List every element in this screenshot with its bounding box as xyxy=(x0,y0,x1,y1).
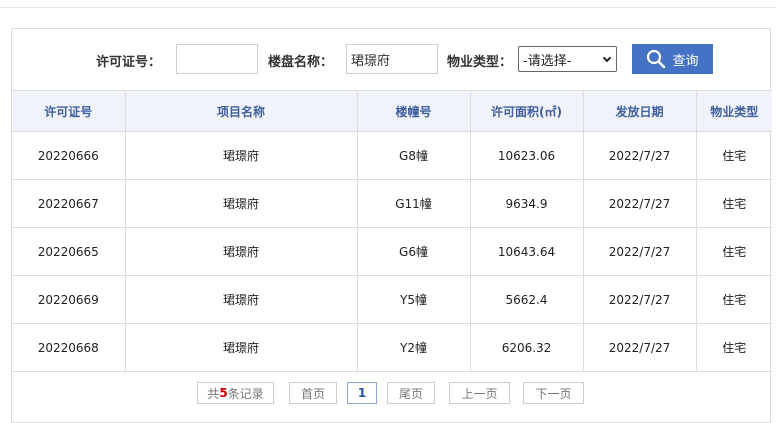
cell-issue-date: 2022/7/27 xyxy=(582,275,697,324)
cell-property-type: 住宅 xyxy=(695,275,772,324)
cell-issue-date: 2022/7/27 xyxy=(582,227,697,276)
cell-building-number: G6幢 xyxy=(356,227,471,276)
property-type-selected: -请选择- xyxy=(523,53,572,69)
search-form: 许可证号： 楼盘名称： 物业类型： -请选择- 查询 xyxy=(12,29,770,90)
total-prefix: 共 xyxy=(207,386,220,401)
cell-issue-date: 2022/7/27 xyxy=(582,131,697,180)
search-results-panel: 许可证号： 楼盘名称： 物业类型： -请选择- 查询 许可证号 xyxy=(11,28,772,423)
cell-property-type: 住宅 xyxy=(695,131,772,180)
cell-permit-area: 9634.9 xyxy=(469,179,584,228)
cell-property-type: 住宅 xyxy=(695,179,772,228)
cell-project-name: 珺璟府 xyxy=(124,323,358,372)
cell-permit-area: 10643.64 xyxy=(469,227,584,276)
total-records: 共 5 条记录 xyxy=(197,382,274,404)
table-row[interactable]: 20220669 珺璟府 Y5幢 5662.4 2022/7/27 住宅 xyxy=(12,275,772,324)
permit-number-label: 许可证号： xyxy=(96,55,162,70)
query-button[interactable]: 查询 xyxy=(632,44,713,74)
chevron-down-icon xyxy=(602,53,612,63)
header-property-type: 物业类型 xyxy=(695,90,772,132)
table-row[interactable]: 20220668 珺璟府 Y2幢 6206.32 2022/7/27 住宅 xyxy=(12,323,772,372)
table-header-row: 许可证号 项目名称 楼幢号 许可面积(㎡) 发放日期 物业类型 xyxy=(12,90,772,132)
permit-number-input[interactable] xyxy=(176,44,258,74)
header-issue-date: 发放日期 xyxy=(582,90,697,132)
cell-project-name: 珺璟府 xyxy=(124,275,358,324)
previous-page-button[interactable]: 上一页 xyxy=(449,382,510,404)
current-page[interactable]: 1 xyxy=(347,382,377,404)
pagination: 共 5 条记录 首页 1 尾页 上一页 下一页 xyxy=(12,378,770,408)
cell-permit-number: 20220667 xyxy=(12,179,126,228)
table-row[interactable]: 20220666 珺璟府 G8幢 10623.06 2022/7/27 住宅 xyxy=(12,131,772,180)
cell-permit-area: 5662.4 xyxy=(469,275,584,324)
cell-issue-date: 2022/7/27 xyxy=(582,323,697,372)
total-suffix: 条记录 xyxy=(227,386,264,401)
cell-building-number: Y2幢 xyxy=(356,323,471,372)
cell-permit-number: 20220665 xyxy=(12,227,126,276)
cell-property-type: 住宅 xyxy=(695,227,772,276)
cell-permit-number: 20220669 xyxy=(12,275,126,324)
property-type-label: 物业类型： xyxy=(447,55,513,70)
next-page-button[interactable]: 下一页 xyxy=(523,382,584,404)
table-row[interactable]: 20220665 珺璟府 G6幢 10643.64 2022/7/27 住宅 xyxy=(12,227,772,276)
cell-building-number: G11幢 xyxy=(356,179,471,228)
cell-project-name: 珺璟府 xyxy=(124,227,358,276)
last-page-button[interactable]: 尾页 xyxy=(387,382,435,404)
cell-permit-number: 20220666 xyxy=(12,131,126,180)
cell-issue-date: 2022/7/27 xyxy=(582,179,697,228)
total-count: 5 xyxy=(219,386,228,400)
cell-building-number: G8幢 xyxy=(356,131,471,180)
permit-table: 许可证号 项目名称 楼幢号 许可面积(㎡) 发放日期 物业类型 20220666… xyxy=(12,90,772,372)
property-type-select[interactable]: -请选择- xyxy=(518,46,617,72)
cell-building-number: Y5幢 xyxy=(356,275,471,324)
cell-permit-area: 6206.32 xyxy=(469,323,584,372)
query-button-label: 查询 xyxy=(672,52,699,68)
cell-permit-area: 10623.06 xyxy=(469,131,584,180)
cell-project-name: 珺璟府 xyxy=(124,131,358,180)
header-building-number: 楼幢号 xyxy=(356,90,471,132)
header-project-name: 项目名称 xyxy=(124,90,358,132)
header-permit-number: 许可证号 xyxy=(12,90,126,132)
table-row[interactable]: 20220667 珺璟府 G11幢 9634.9 2022/7/27 住宅 xyxy=(12,179,772,228)
header-permit-area: 许可面积(㎡) xyxy=(469,90,584,132)
project-name-input[interactable] xyxy=(346,44,438,74)
cell-property-type: 住宅 xyxy=(695,323,772,372)
first-page-button[interactable]: 首页 xyxy=(289,382,337,404)
project-name-label: 楼盘名称： xyxy=(268,55,334,70)
search-icon xyxy=(646,49,666,69)
cell-permit-number: 20220668 xyxy=(12,323,126,372)
cell-project-name: 珺璟府 xyxy=(124,179,358,228)
top-divider xyxy=(0,7,776,8)
